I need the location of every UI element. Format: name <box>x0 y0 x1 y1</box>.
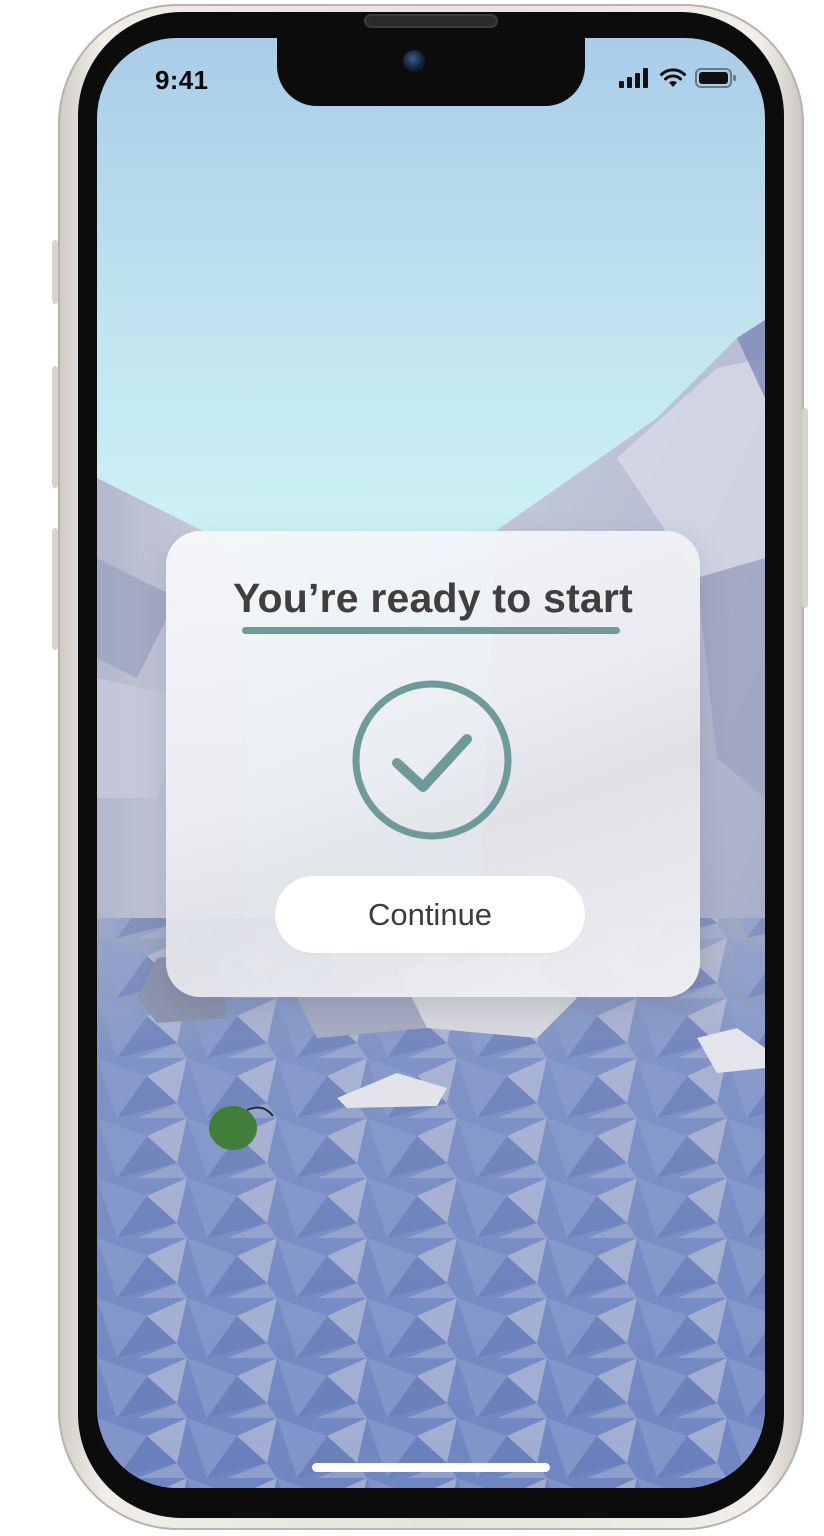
title-underline <box>242 627 620 634</box>
front-camera <box>403 50 425 72</box>
notch <box>277 38 585 106</box>
ready-dialog: You’re ready to start Continue <box>166 531 700 997</box>
action-button <box>52 240 58 304</box>
continue-button[interactable]: Continue <box>275 876 585 953</box>
status-icons <box>619 68 737 88</box>
earpiece-speaker <box>364 14 498 28</box>
volume-up-button <box>52 366 58 488</box>
dialog-title: You’re ready to start <box>233 575 633 621</box>
cellular-signal-icon <box>619 68 648 88</box>
battery-icon <box>695 68 736 88</box>
wifi-icon <box>660 68 686 87</box>
checkmark-circle-icon <box>352 680 512 840</box>
home-indicator[interactable] <box>312 1463 550 1472</box>
volume-down-button <box>52 528 58 650</box>
app-screen: 9:41 You’re ready to start Continue <box>97 38 765 1488</box>
status-time: 9:41 <box>155 65 209 95</box>
power-button <box>802 408 808 608</box>
